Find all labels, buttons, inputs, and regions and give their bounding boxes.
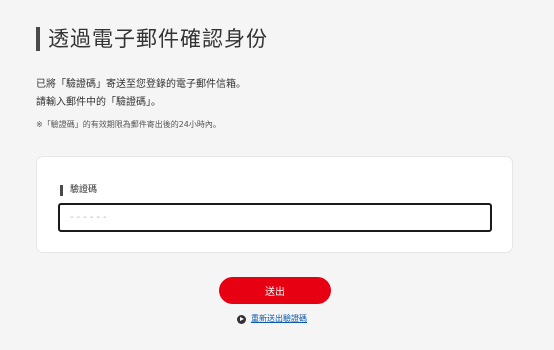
instruction-line-1: 已將「驗證碼」寄送至您登錄的電子郵件信箱。 [36,79,246,90]
field-label-bar [60,184,63,196]
instruction-line-2: 請輸入郵件中的「驗證碼」。 [36,97,161,108]
page-title: 透過電子郵件確認身份 [48,27,268,51]
instructions: 已將「驗證碼」寄送至您登錄的電子郵件信箱。 請輸入郵件中的「驗證碼」。 [36,76,246,112]
verification-card: 驗證碼 [36,156,513,253]
field-label: 驗證碼 [60,184,97,196]
resend-code-link[interactable]: 重新送出驗證碼 [237,313,307,325]
expiry-note: ※「驗證碼」的有效期限為郵件寄出後的24小時內。 [36,120,221,129]
resend-code-label: 重新送出驗證碼 [251,314,307,323]
verification-code-input[interactable] [58,203,492,232]
verification-code-label: 驗證碼 [70,185,98,195]
heading-accent-bar [36,27,40,51]
page-heading: 透過電子郵件確認身份 [36,26,268,52]
submit-button[interactable]: 送出 [219,277,331,304]
circle-arrow-right-icon [237,314,246,324]
